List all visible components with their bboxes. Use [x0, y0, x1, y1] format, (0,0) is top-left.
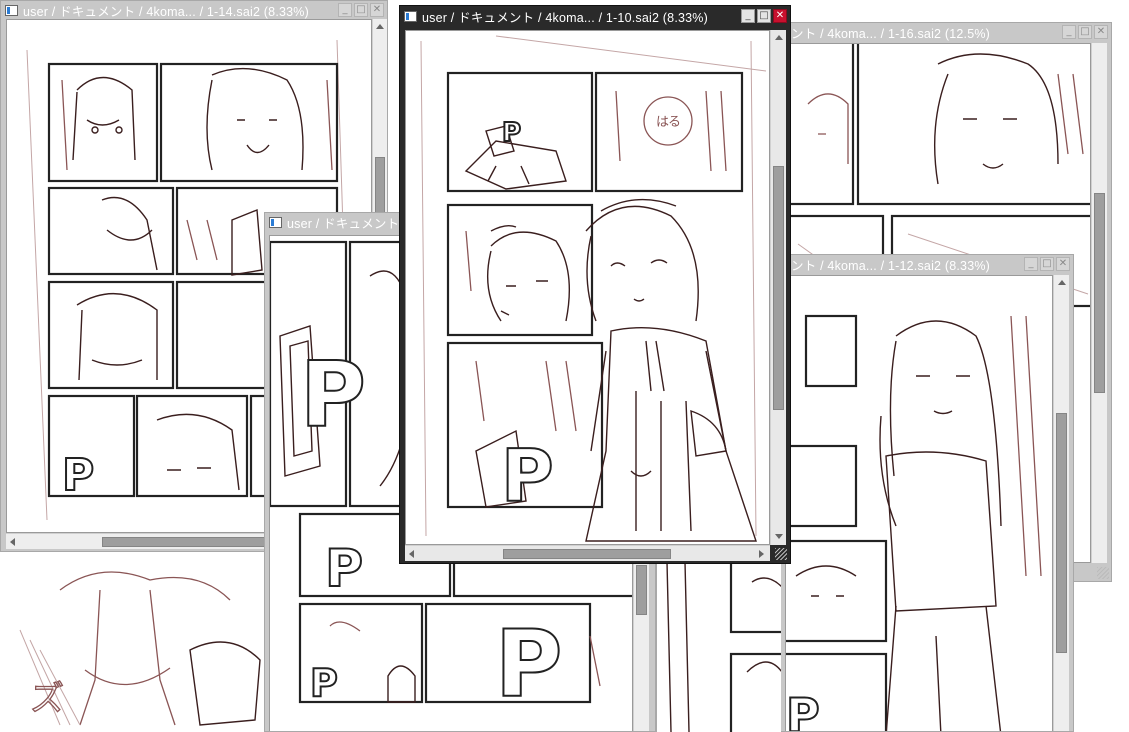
workspace-background	[656, 562, 781, 732]
horizontal-scrollbar[interactable]	[405, 545, 770, 561]
sfx-text: ズ	[30, 679, 64, 719]
document-window-1-10[interactable]: user / ドキュメント / 4koma... / 1-10.sai2 (8.…	[399, 5, 791, 564]
vertical-scrollbar[interactable]	[770, 30, 786, 545]
window-title: ント / 4koma... / 1-12.sai2 (8.33%)	[791, 258, 991, 273]
minimize-button[interactable]: _	[1024, 257, 1038, 271]
minimize-button[interactable]: _	[741, 9, 755, 23]
maximize-button[interactable]: □	[757, 9, 771, 23]
big-p-letter: P	[495, 611, 562, 718]
title-bar[interactable]: ント / 4koma... / 1-16.sai2 (12.5%) _ □ ✕	[783, 23, 1111, 41]
scroll-left-icon[interactable]	[10, 538, 15, 546]
maximize-button[interactable]: □	[1040, 257, 1054, 271]
resize-grip-icon[interactable]	[775, 548, 787, 560]
scroll-down-icon[interactable]	[775, 534, 783, 539]
close-button[interactable]: ✕	[1094, 25, 1108, 39]
close-button[interactable]: ✕	[773, 9, 787, 23]
title-bar[interactable]: ント / 4koma... / 1-12.sai2 (8.33%) _ □ ✕	[781, 255, 1073, 273]
maximize-button[interactable]: □	[1078, 25, 1092, 39]
manga-page-1-12: P	[786, 314, 1042, 732]
window-title: ント / 4koma... / 1-16.sai2 (12.5%)	[791, 26, 991, 41]
scroll-up-icon[interactable]	[775, 35, 783, 40]
document-window-1-12[interactable]: ント / 4koma... / 1-12.sai2 (8.33%) _ □ ✕ …	[780, 254, 1074, 732]
sai-app-icon	[5, 4, 18, 16]
background-sketch	[666, 562, 781, 732]
sfx-text: る	[668, 115, 681, 130]
minimize-button[interactable]: _	[1062, 25, 1076, 39]
big-p-letter: P	[501, 434, 554, 518]
vertical-scroll-thumb[interactable]	[1056, 413, 1067, 653]
window-title: user / ドキュメント / 4koma... / 1-14.sai2 (8.…	[23, 4, 309, 19]
manga-page-1-10: P は る P	[420, 35, 767, 542]
sai-app-icon	[269, 216, 282, 228]
close-button[interactable]: ✕	[1056, 257, 1070, 271]
big-p-letter: P	[786, 688, 820, 732]
window-title: user / ドキュメント / 4koma... / 1-10.sai2 (8.…	[422, 10, 708, 25]
big-p-letter: P	[325, 539, 363, 599]
close-button[interactable]: ✕	[370, 3, 384, 17]
maximize-button[interactable]: □	[354, 3, 368, 17]
big-p-letter: P	[310, 661, 338, 705]
big-p-letter: P	[300, 343, 366, 448]
vertical-scroll-thumb[interactable]	[1094, 193, 1105, 393]
sai-app-icon	[404, 10, 417, 22]
vertical-scrollbar[interactable]	[1091, 43, 1107, 563]
scroll-up-icon[interactable]	[376, 24, 384, 29]
vertical-scrollbar[interactable]	[1053, 275, 1069, 731]
big-p-letter: P	[502, 118, 521, 148]
background-sketch: ズ	[19, 571, 261, 726]
resize-grip-icon[interactable]	[1097, 567, 1109, 579]
scroll-right-icon[interactable]	[759, 550, 764, 558]
workspace-background: ズ	[0, 550, 270, 732]
title-bar[interactable]: user / ドキュメント / 4koma... / 1-10.sai2 (8.…	[400, 6, 790, 26]
horizontal-scroll-thumb[interactable]	[503, 549, 671, 559]
vertical-scroll-thumb[interactable]	[773, 166, 784, 410]
scroll-up-icon[interactable]	[1058, 280, 1066, 285]
canvas-view[interactable]: P は る P	[405, 30, 770, 545]
scroll-left-icon[interactable]	[409, 550, 414, 558]
big-p-letter: P	[62, 450, 94, 501]
minimize-button[interactable]: _	[338, 3, 352, 17]
vertical-scroll-thumb[interactable]	[636, 565, 647, 615]
title-bar[interactable]: user / ドキュメント / 4koma... / 1-14.sai2 (8.…	[1, 1, 387, 19]
canvas-view[interactable]: P	[785, 275, 1053, 732]
